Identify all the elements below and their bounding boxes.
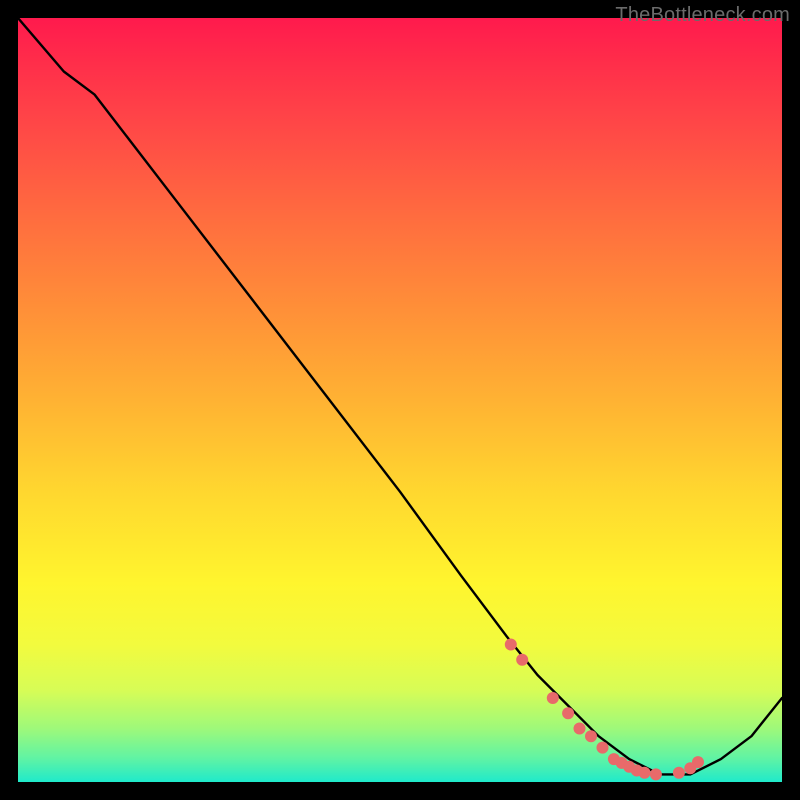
dots-group bbox=[505, 639, 704, 781]
chart-stage: TheBottleneck.com bbox=[0, 0, 800, 800]
data-dot bbox=[562, 707, 574, 719]
curve-group bbox=[18, 18, 782, 774]
data-dot bbox=[639, 767, 651, 779]
data-dot bbox=[673, 767, 685, 779]
data-dot bbox=[505, 639, 517, 651]
watermark-text: TheBottleneck.com bbox=[615, 4, 790, 27]
data-dot bbox=[547, 692, 559, 704]
data-dot bbox=[516, 654, 528, 666]
data-dot bbox=[574, 723, 586, 735]
curve-layer bbox=[18, 18, 782, 782]
chart-plot-area bbox=[18, 18, 782, 782]
bottleneck-curve bbox=[18, 18, 782, 774]
data-dot bbox=[692, 756, 704, 768]
data-dot bbox=[650, 768, 662, 780]
data-dot bbox=[597, 742, 609, 754]
data-dot bbox=[585, 730, 597, 742]
